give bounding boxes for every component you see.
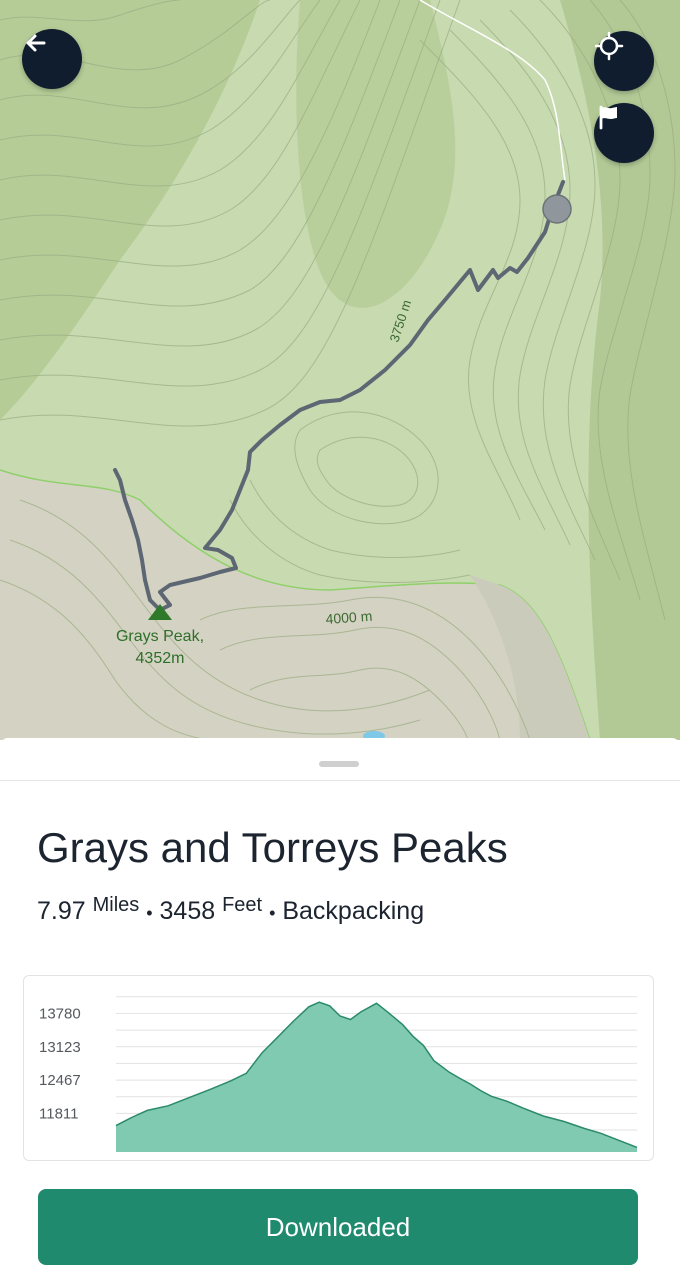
back-button[interactable] [22,29,82,89]
y-tick-label: 11811 [39,1105,79,1122]
sheet-drag-handle[interactable] [319,761,359,767]
trailhead-marker[interactable] [542,194,572,224]
elevation-gain-unit: Feet [222,894,263,916]
stats-separator: • [146,903,153,923]
arrow-left-icon [26,34,46,52]
activity-type: Backpacking [282,897,425,925]
stats-separator: • [269,903,276,923]
elevation-gain-value: 3458 [159,897,216,925]
sheet-divider [0,780,680,781]
locate-me-button[interactable] [594,31,654,91]
downloaded-button[interactable]: Downloaded [38,1189,638,1265]
elevation-profile-card[interactable]: 13780 13123 12467 11811 [23,975,654,1161]
topo-map[interactable]: Grays Peak, 4352m 3750 m 4000 m [0,0,680,740]
trail-title: Grays and Torreys Peaks [37,824,508,871]
flag-icon [599,105,617,130]
peak-label-elevation: 4352m [136,650,185,667]
distance-value: 7.97 [37,897,86,925]
map-view[interactable]: Grays Peak, 4352m 3750 m 4000 m [0,0,680,740]
crosshair-icon [594,31,624,61]
y-tick-label: 13780 [39,1005,81,1022]
distance-unit: Miles [92,894,140,916]
elevation-profile-chart: 13780 13123 12467 11811 [39,996,638,1152]
contour-label-4000: 4000 m [325,608,373,627]
elevation-area [116,1002,637,1152]
y-tick-label: 12467 [39,1072,81,1089]
trail-stats: 7.97 Miles • 3458 Feet • Backpacking [37,894,424,926]
peak-label-name: Grays Peak, [116,628,204,645]
y-tick-label: 13123 [39,1039,81,1056]
trail-details-sheet: Grays and Torreys Peaks 7.97 Miles • 345… [0,738,680,1287]
flag-button[interactable] [594,103,654,163]
